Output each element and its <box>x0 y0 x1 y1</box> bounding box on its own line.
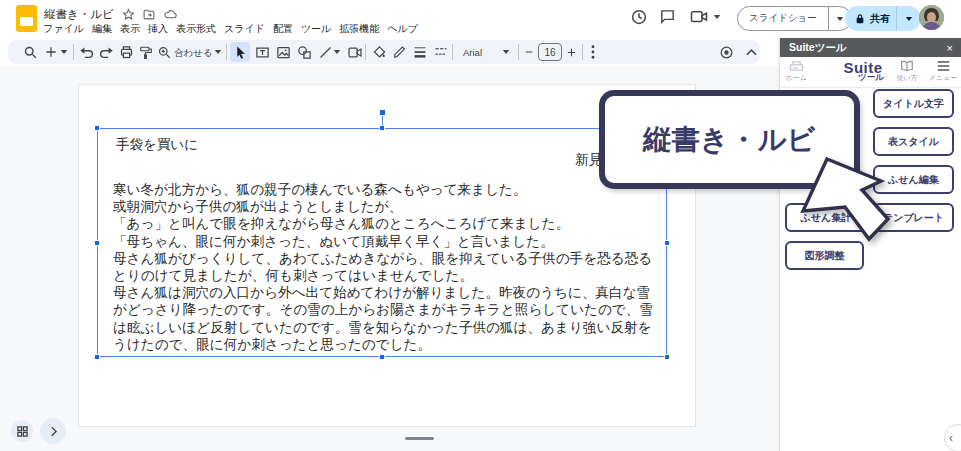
menu-view[interactable]: 表示 <box>119 21 141 37</box>
panel-button-title-text[interactable]: タイトル文字 <box>873 89 954 118</box>
border-dash-tool[interactable] <box>431 42 451 62</box>
share-caret-icon[interactable] <box>897 16 921 22</box>
version-history-icon[interactable] <box>630 8 648 26</box>
panel-title: Suiteツール <box>789 41 947 55</box>
font-family-caret-icon[interactable] <box>500 42 512 62</box>
menu-arrange[interactable]: 配置 <box>272 21 294 37</box>
shape-tool[interactable] <box>294 42 314 62</box>
slideshow-button[interactable]: スライドショー <box>737 6 852 31</box>
fill-color-tool[interactable] <box>369 42 389 62</box>
panel-header: Suiteツール × <box>780 38 961 57</box>
toolbar: 合わせる <box>8 40 760 64</box>
panel-nav: ホーム Suite ツール 使い方 メニュー <box>780 57 961 88</box>
menu-slide[interactable]: スライド <box>223 21 266 37</box>
open-filmstrip-button[interactable] <box>40 418 66 444</box>
resize-handle-se[interactable] <box>664 354 670 360</box>
insert-video-tool[interactable] <box>345 42 365 62</box>
textbox-selection[interactable] <box>97 128 667 357</box>
document-title[interactable]: 縦書き・ルビ <box>44 7 114 22</box>
comment-icon[interactable] <box>659 8 677 26</box>
rotate-handle[interactable] <box>379 109 386 116</box>
panel-menu-button[interactable]: メニュー <box>928 60 958 83</box>
decrease-font-button[interactable] <box>522 42 536 62</box>
resize-handle-e[interactable] <box>664 240 670 246</box>
record-icon[interactable] <box>716 42 736 62</box>
slides-logo-icon[interactable] <box>16 5 37 32</box>
menu-tools[interactable]: ツール <box>300 21 332 37</box>
notes-drag-handle[interactable] <box>405 437 434 440</box>
bottom-bar <box>0 427 779 451</box>
grid-view-button[interactable] <box>11 420 33 442</box>
insert-image-tool[interactable] <box>273 42 293 62</box>
google-slides-app: 縦書き・ルビ ファイル 編集 表示 挿入 表示形式 スライド 配置 ツール 拡張… <box>0 0 961 451</box>
resize-handle-nw[interactable] <box>94 125 100 131</box>
print-button[interactable] <box>116 42 136 62</box>
resize-handle-w[interactable] <box>94 240 100 246</box>
cloud-status-icon[interactable] <box>163 8 178 21</box>
new-slide-caret-icon[interactable] <box>58 42 70 62</box>
redo-button[interactable] <box>96 42 116 62</box>
menu-help[interactable]: ヘルプ <box>386 21 419 37</box>
increase-font-button[interactable] <box>564 42 578 62</box>
menu-edit[interactable]: 編集 <box>91 21 113 37</box>
border-weight-tool[interactable] <box>410 42 430 62</box>
menu-insert[interactable]: 挿入 <box>147 21 169 37</box>
undo-button[interactable] <box>76 42 96 62</box>
zoom-fit-select[interactable]: 合わせる <box>174 47 213 60</box>
more-options-icon[interactable] <box>586 42 600 62</box>
select-tool[interactable] <box>230 42 250 62</box>
star-icon[interactable] <box>122 8 135 21</box>
resize-handle-n[interactable] <box>379 125 385 131</box>
panel-usage-button[interactable]: 使い方 <box>892 60 922 83</box>
panel-home-button[interactable]: ホーム <box>782 60 810 83</box>
menu-format[interactable]: 表示形式 <box>175 21 217 37</box>
line-tool-caret-icon[interactable] <box>331 42 343 62</box>
panel-close-icon[interactable]: × <box>947 42 953 54</box>
hide-panel-button[interactable]: ‹ <box>944 424 961 451</box>
app-header: 縦書き・ルビ ファイル 編集 表示 挿入 表示形式 スライド 配置 ツール 拡張… <box>0 0 961 38</box>
resize-handle-s[interactable] <box>379 354 385 360</box>
zoom-fit-caret-icon[interactable] <box>212 42 224 62</box>
suite-tools-logo: Suite ツール <box>828 59 898 84</box>
resize-handle-sw[interactable] <box>94 354 100 360</box>
share-button[interactable]: 共有 <box>845 6 921 31</box>
menu-file[interactable]: ファイル <box>42 21 85 37</box>
paint-format-icon[interactable] <box>136 42 156 62</box>
menubar: ファイル 編集 表示 挿入 表示形式 スライド 配置 ツール 拡張機能 ヘルプ <box>42 21 419 37</box>
search-menus-icon[interactable] <box>20 42 40 62</box>
border-color-tool[interactable] <box>390 42 410 62</box>
zoom-icon[interactable] <box>154 42 174 62</box>
cursor-arrow-icon <box>770 140 900 265</box>
menu-extensions[interactable]: 拡張機能 <box>338 21 380 37</box>
font-size-input[interactable]: 16 <box>538 43 562 61</box>
hide-menus-icon[interactable] <box>741 42 761 62</box>
font-family-select[interactable]: Arial <box>463 47 482 58</box>
present-camera-icon[interactable] <box>689 8 707 26</box>
present-caret-icon[interactable] <box>713 14 731 32</box>
user-avatar[interactable] <box>919 5 944 30</box>
lock-icon <box>855 13 865 25</box>
textbox-tool[interactable] <box>252 42 272 62</box>
move-folder-icon[interactable] <box>142 8 156 21</box>
